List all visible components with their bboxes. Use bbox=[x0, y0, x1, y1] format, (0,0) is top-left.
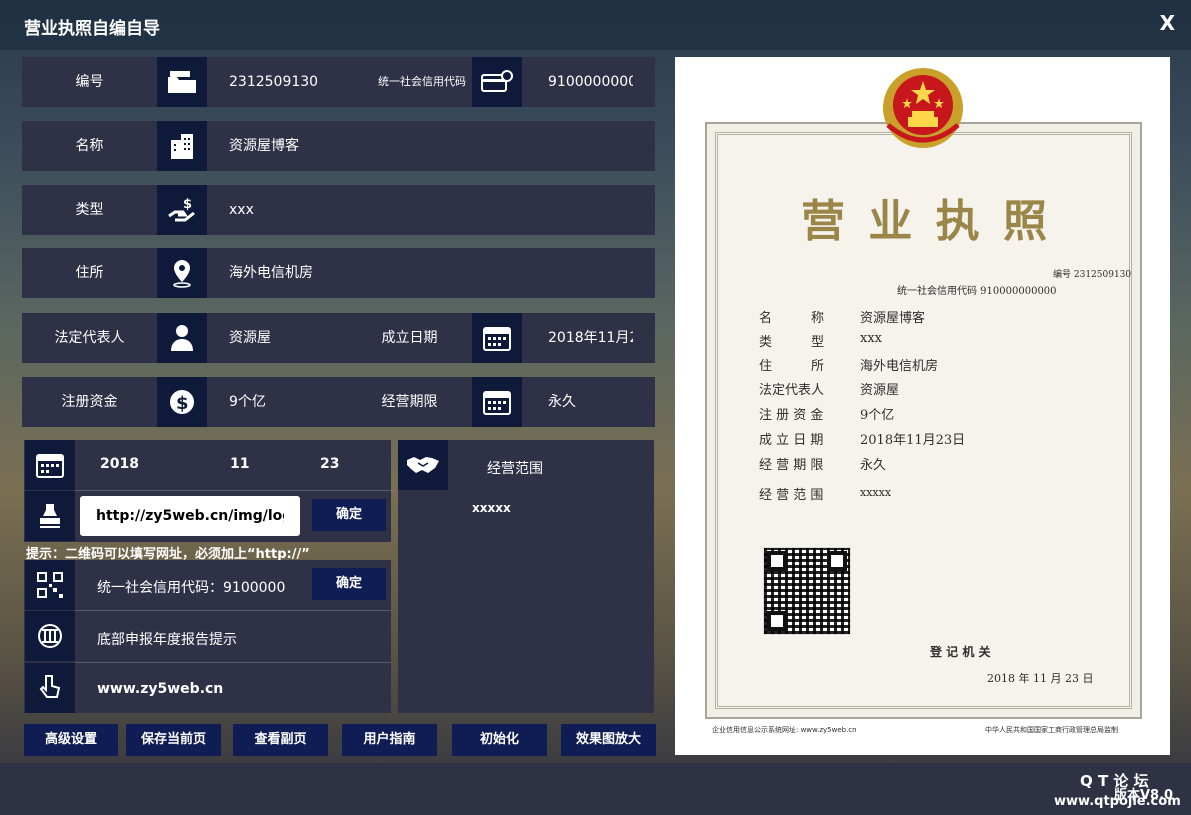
cert-value-scope: xxxxx bbox=[860, 486, 892, 499]
view-copy-button[interactable]: 查看副页 bbox=[233, 724, 328, 756]
cert-value-address: 海外电信机房 bbox=[860, 359, 939, 374]
cert-value-capital: 9个亿 bbox=[860, 408, 895, 423]
number-value[interactable]: 2312509130 bbox=[229, 57, 324, 107]
cert-label-date: 成 立 日 期 bbox=[759, 433, 824, 448]
hand-pointer-icon bbox=[25, 663, 75, 713]
date-day[interactable]: 23 bbox=[320, 456, 339, 472]
date-value[interactable]: 2018年11月23日 bbox=[548, 313, 633, 363]
rep-label: 法定代表人 bbox=[54, 330, 125, 346]
enlarge-preview-button[interactable]: 效果图放大 bbox=[561, 724, 656, 756]
cert-label-scope: 经 营 范 围 bbox=[759, 488, 824, 503]
credit-value[interactable]: 9100000000 bbox=[548, 57, 633, 107]
building-icon bbox=[157, 121, 207, 171]
calendar-icon bbox=[472, 313, 522, 363]
cert-value-type: xxx bbox=[860, 331, 882, 346]
date-month[interactable]: 11 bbox=[230, 456, 249, 472]
certificate-preview: 营 业 执 照 编号 2312509130 统一社会信用代码 910000000… bbox=[675, 57, 1170, 755]
row-representative: 法定代表人 资源屋 成立日期 2018年11月23日 bbox=[22, 313, 655, 363]
seal-url-input[interactable] bbox=[80, 496, 300, 536]
initialize-button[interactable]: 初始化 bbox=[452, 724, 547, 756]
cert-value-date: 2018年11月23日 bbox=[860, 433, 966, 448]
certificate-qr-code bbox=[763, 547, 851, 635]
divider bbox=[75, 610, 391, 611]
money-hand-icon: $ bbox=[157, 185, 207, 235]
qr-text[interactable]: 统一社会信用代码：9100000 bbox=[97, 577, 285, 597]
term-value[interactable]: 永久 bbox=[548, 377, 633, 427]
certificate-authority: 登 记 机 关 bbox=[930, 645, 991, 659]
name-label: 名称 bbox=[75, 138, 104, 154]
type-value[interactable]: xxx bbox=[229, 185, 529, 235]
cert-label-rep: 法定代表人 bbox=[759, 383, 825, 398]
scope-value[interactable]: xxxxx bbox=[472, 501, 511, 515]
watermark-site: www.qtpojie.com bbox=[1054, 794, 1181, 809]
svg-text:$: $ bbox=[176, 393, 189, 414]
certificate-title: 营 业 执 照 bbox=[801, 196, 1051, 247]
row-name: 名称 资源屋博客 bbox=[22, 121, 655, 171]
qr-confirm-button[interactable]: 确定 bbox=[312, 568, 386, 600]
emblem-icon bbox=[25, 611, 75, 661]
row-capital: 注册资金 $ 9个亿 经营期限 永久 bbox=[22, 377, 655, 427]
svg-text:$: $ bbox=[183, 197, 192, 212]
location-pin-icon bbox=[157, 248, 207, 298]
report-text[interactable]: 底部申报年度报告提示 bbox=[97, 629, 237, 649]
date-label: 成立日期 bbox=[381, 330, 438, 346]
cert-label-address: 住 所 bbox=[759, 359, 825, 374]
website-text[interactable]: www.zy5web.cn bbox=[97, 681, 223, 697]
capital-label: 注册资金 bbox=[61, 394, 118, 410]
cert-value-name: 资源屋博客 bbox=[860, 311, 926, 326]
cert-label-term: 经 营 期 限 bbox=[759, 458, 824, 473]
certificate-number: 编号 2312509130 bbox=[1053, 270, 1132, 280]
seal-confirm-button[interactable]: 确定 bbox=[312, 499, 386, 531]
advanced-settings-button[interactable]: 高级设置 bbox=[24, 724, 118, 756]
row-type: 类型 $ xxx bbox=[22, 185, 655, 235]
certificate-issue-date: 2018 年 11 月 23 日 bbox=[987, 672, 1094, 685]
name-value[interactable]: 资源屋博客 bbox=[229, 121, 529, 171]
cert-label-capital: 注 册 资 金 bbox=[759, 408, 824, 423]
calendar-icon bbox=[25, 440, 75, 490]
capital-value[interactable]: 9个亿 bbox=[229, 377, 359, 427]
certificate-footer-right: 中华人民共和国国家工商行政管理总局监制 bbox=[985, 726, 1118, 734]
row-address: 住所 海外电信机房 bbox=[22, 248, 655, 298]
calendar-icon bbox=[472, 377, 522, 427]
divider bbox=[75, 490, 391, 491]
type-label: 类型 bbox=[75, 202, 104, 218]
user-guide-button[interactable]: 用户指南 bbox=[342, 724, 437, 756]
cert-label-type: 类 型 bbox=[759, 335, 825, 350]
folder-icon bbox=[157, 57, 207, 107]
person-icon bbox=[157, 313, 207, 363]
cert-value-term: 永久 bbox=[860, 458, 887, 473]
number-label: 编号 bbox=[75, 74, 104, 90]
certificate-credit: 统一社会信用代码 910000000000 bbox=[897, 286, 1057, 297]
dollar-coin-icon: $ bbox=[157, 377, 207, 427]
rep-value[interactable]: 资源屋 bbox=[229, 313, 359, 363]
address-value[interactable]: 海外电信机房 bbox=[229, 248, 529, 298]
date-year[interactable]: 2018 bbox=[100, 456, 139, 472]
close-button[interactable]: X bbox=[1160, 11, 1175, 35]
save-page-button[interactable]: 保存当前页 bbox=[126, 724, 221, 756]
row-number: 编号 2312509130 统一社会信用代码 9100000000 bbox=[22, 57, 655, 107]
credit-label: 统一社会信用代码 bbox=[378, 75, 466, 88]
window-title: 营业执照自编自导 bbox=[24, 19, 160, 39]
national-emblem-icon bbox=[880, 65, 966, 151]
cert-label-name: 名 称 bbox=[759, 311, 825, 326]
title-bar: 营业执照自编自导 X bbox=[0, 0, 1191, 50]
qr-icon bbox=[25, 560, 75, 610]
cert-value-rep: 资源屋 bbox=[860, 383, 900, 398]
divider bbox=[75, 662, 391, 663]
bottom-bar bbox=[0, 763, 1191, 815]
term-label: 经营期限 bbox=[381, 394, 438, 410]
card-icon bbox=[472, 57, 522, 107]
address-label: 住所 bbox=[75, 265, 104, 281]
certificate-footer-left: 企业信用信息公示系统网址: www.zy5web.cn bbox=[712, 726, 857, 734]
stamp-icon bbox=[25, 491, 75, 541]
scope-label: 经营范围 bbox=[487, 461, 543, 477]
handshake-icon bbox=[398, 440, 448, 490]
